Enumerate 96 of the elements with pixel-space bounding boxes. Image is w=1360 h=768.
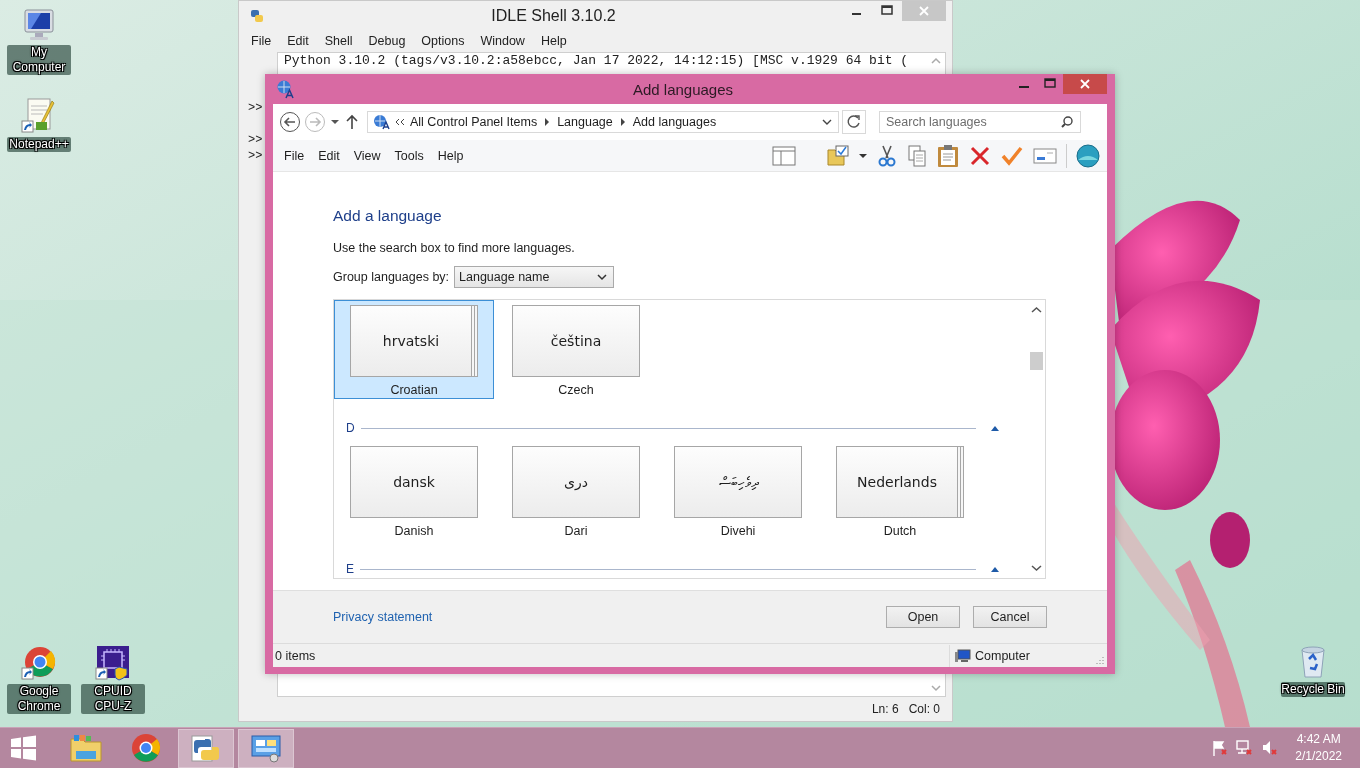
menu-item[interactable]: Tools [387, 148, 431, 163]
menu-item[interactable]: Debug [360, 34, 414, 48]
double-chevron-icon [394, 117, 406, 127]
globe-icon[interactable] [1075, 142, 1101, 169]
language-tile: دری [512, 446, 640, 518]
menu-item[interactable]: Options [413, 34, 473, 48]
address-bar[interactable]: All Control Panel Items Language Add languages [367, 111, 839, 133]
resize-grip-icon [1095, 655, 1105, 665]
language-option[interactable]: Nederlands Dutch [820, 441, 980, 540]
back-button[interactable] [279, 111, 301, 133]
desktop-icon-label: My Computer [7, 45, 71, 75]
recycle-bin-icon [1298, 645, 1328, 679]
page-heading: Add a language [333, 206, 443, 226]
shell-prompt: >> [248, 133, 263, 147]
menu-item[interactable]: File [277, 148, 312, 163]
language-option[interactable]: dansk Danish [334, 441, 494, 540]
folder-icon [69, 733, 103, 763]
language-name: Dari [564, 524, 588, 538]
hint-text: Use the search box to find more languages. [333, 241, 576, 255]
chevron-icon [618, 117, 627, 127]
menu-item[interactable]: Window [472, 34, 533, 48]
menu-item[interactable]: Edit [279, 34, 317, 48]
line-number: Ln: 6 [871, 702, 899, 716]
group-header: E [346, 562, 354, 576]
search-field[interactable]: Search languages [879, 111, 1081, 133]
language-icon [372, 114, 390, 130]
language-option[interactable]: čeština Czech [496, 300, 656, 399]
menu-item[interactable]: Edit [311, 148, 347, 163]
close-button[interactable] [1063, 74, 1107, 94]
menu-item[interactable]: View [346, 148, 388, 163]
search-icon [1060, 115, 1074, 129]
scroll-up-icon[interactable] [930, 57, 942, 65]
shell-output: Python 3.10.2 (tags/v3.10.2:a58ebcc, Jan 17 2022, 14:12:15) [MSC v.1929 64 bit ( [284, 53, 909, 68]
chrome-icon [131, 733, 161, 763]
language-name: Dutch [883, 524, 917, 538]
desktop-icon-label: CPUID CPU-Z [81, 684, 145, 714]
shell-prompt: >> [248, 149, 263, 163]
taskbar-button[interactable] [178, 728, 234, 768]
desktop-icon-label: Notepad++ [7, 137, 71, 152]
notepad-icon [21, 98, 57, 134]
dropdown-value: Language name [459, 270, 550, 284]
flag-icon[interactable] [1211, 739, 1228, 757]
menu-item[interactable]: Help [430, 148, 471, 163]
window-title: Add languages [631, 80, 735, 98]
chevron-icon [543, 117, 552, 127]
item-count: 0 items [275, 648, 316, 663]
computer-icon [955, 648, 971, 663]
language-tile: čeština [512, 305, 640, 377]
breadcrumb-item[interactable]: Language [557, 115, 613, 129]
language-tile: ދިވެހިބަސް [674, 446, 802, 518]
menu-item[interactable]: File [243, 34, 280, 48]
window-title: IDLE Shell 3.10.2 [490, 7, 617, 25]
dialog-button[interactable]: Cancel [973, 606, 1047, 628]
breadcrumb-item[interactable]: All Control Panel Items [410, 115, 538, 129]
menu-item[interactable]: Help [532, 34, 575, 48]
refresh-button[interactable] [842, 110, 866, 134]
dropdown-icon [820, 117, 834, 127]
speaker-icon[interactable] [1261, 739, 1278, 757]
language-icon [275, 79, 295, 99]
field-label: Group languages by: [333, 270, 450, 284]
chip-icon [95, 645, 131, 681]
scissors-icon[interactable] [876, 143, 898, 168]
clipboard-icon[interactable] [936, 143, 960, 168]
taskbar-button[interactable] [238, 728, 294, 768]
chrome-icon [21, 645, 57, 681]
breadcrumb-item[interactable]: Add languages [632, 115, 717, 129]
collapse-icon[interactable] [990, 565, 1000, 573]
shell-prompt: >> [248, 101, 263, 115]
group-by-dropdown[interactable]: Language name [454, 266, 615, 288]
location-label: Computer [975, 648, 1030, 663]
python-icon [191, 733, 221, 763]
group-header: D [346, 421, 355, 435]
dropdown-icon [597, 273, 608, 281]
language-name: Danish [394, 524, 434, 538]
language-name: Czech [558, 383, 594, 397]
desktop-icon-label: Recycle Bin [1281, 682, 1345, 697]
language-name: Croatian [390, 383, 438, 397]
language-tile: Nederlands [836, 446, 964, 518]
language-tile: dansk [350, 446, 478, 518]
computer-icon [21, 8, 57, 42]
scroll-down-icon[interactable] [930, 684, 942, 692]
layout-icon[interactable] [772, 144, 796, 167]
collapse-icon[interactable] [990, 424, 1000, 432]
python-icon [249, 8, 265, 24]
language-tile: hrvatski [350, 305, 478, 377]
folder-icon[interactable] [826, 143, 850, 168]
language-option[interactable]: hrvatski Croatian [334, 300, 494, 399]
privacy-link[interactable]: Privacy statement [333, 610, 433, 624]
search-placeholder: Search languages [886, 115, 987, 129]
language-name: Divehi [720, 524, 756, 538]
column-number: Col: 0 [908, 702, 940, 716]
dialog-button[interactable]: Open [886, 606, 960, 628]
menu-item[interactable]: Shell [316, 34, 361, 48]
control-panel-icon [250, 733, 282, 763]
network-icon[interactable] [1236, 739, 1253, 757]
desktop-icon-label: Google Chrome [7, 684, 71, 714]
